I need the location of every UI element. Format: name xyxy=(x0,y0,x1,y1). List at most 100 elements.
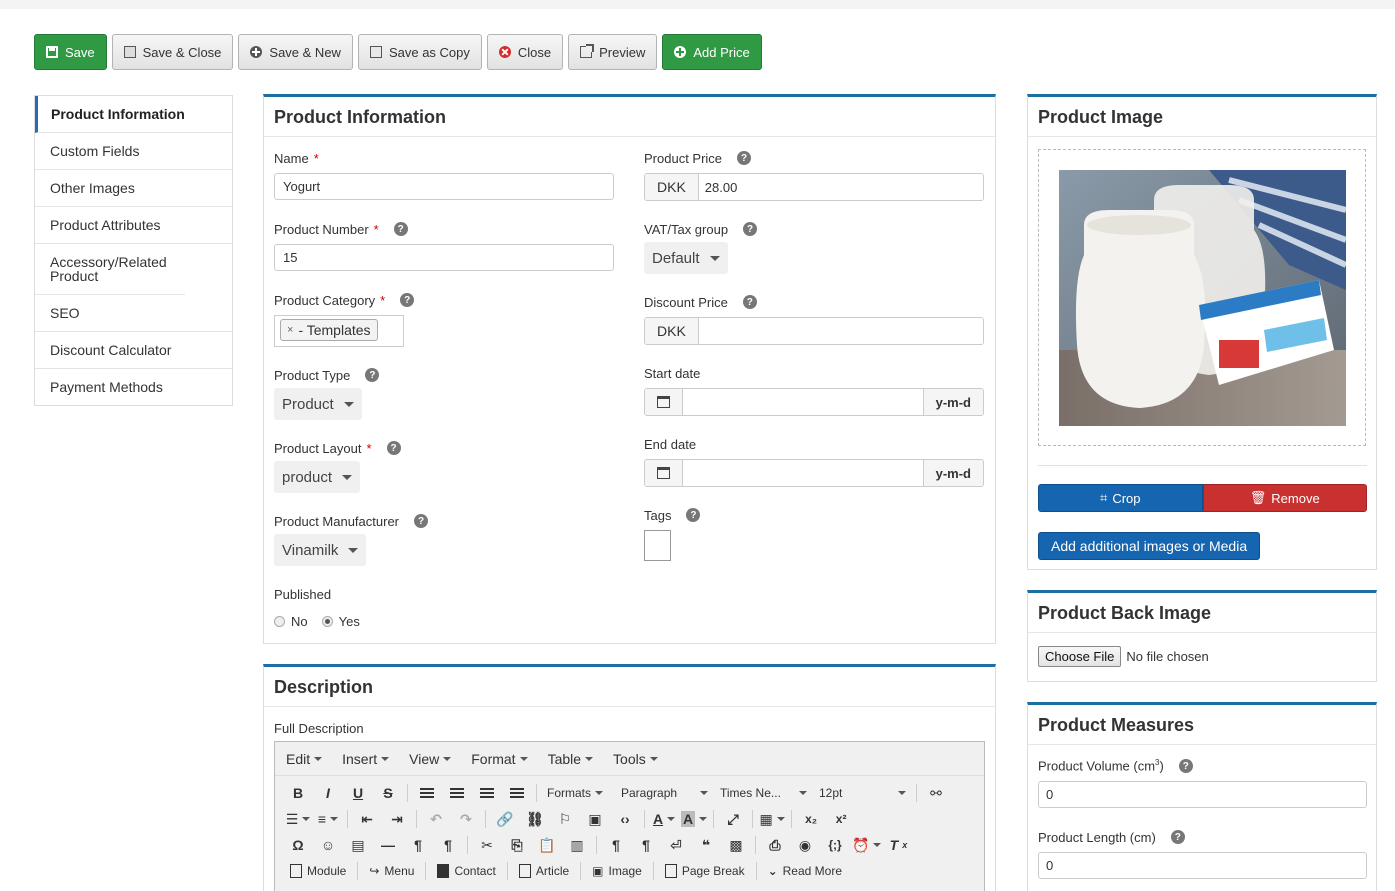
add-media-button[interactable]: Add additional images or Media xyxy=(1038,532,1261,560)
save-new-button[interactable]: Save & New xyxy=(238,34,353,70)
help-icon[interactable]: ? xyxy=(742,295,757,309)
preview-icon[interactable]: ◉ xyxy=(792,834,818,856)
help-icon[interactable]: ? xyxy=(686,508,701,522)
horizontal-rule-icon[interactable]: — xyxy=(375,834,401,856)
numbered-list-icon[interactable]: ≡ xyxy=(315,808,341,830)
align-justify-icon[interactable] xyxy=(504,782,530,804)
discount-price-input[interactable] xyxy=(698,318,983,344)
nav-seo[interactable]: SEO xyxy=(35,295,232,332)
published-no-radio[interactable]: No xyxy=(274,614,308,629)
outdent-icon[interactable]: ⇤ xyxy=(354,808,380,830)
nav-custom-fields[interactable]: Custom Fields xyxy=(35,133,232,170)
help-icon[interactable]: ? xyxy=(365,368,380,382)
add-price-button[interactable]: Add Price xyxy=(662,34,762,70)
align-right-icon[interactable] xyxy=(474,782,500,804)
nav-accessory-related[interactable]: Accessory/Related Product xyxy=(35,244,185,295)
underline-icon[interactable]: U xyxy=(345,782,371,804)
product-layout-select[interactable]: product xyxy=(274,461,361,493)
formats-dropdown[interactable]: Formats xyxy=(543,782,613,804)
text-color-icon[interactable]: A xyxy=(651,808,677,830)
background-color-icon[interactable]: A xyxy=(681,808,708,830)
print-icon[interactable]: ⎙ xyxy=(762,834,788,856)
indent-icon[interactable]: ⇥ xyxy=(384,808,410,830)
superscript-icon[interactable]: x² xyxy=(828,808,854,830)
insert-read-more-button[interactable]: ⌄ Read More xyxy=(763,864,847,878)
product-number-input[interactable] xyxy=(274,244,614,271)
calendar-button[interactable] xyxy=(645,389,683,415)
nav-discount-calculator[interactable]: Discount Calculator xyxy=(35,332,232,369)
menu-table[interactable]: Table xyxy=(548,751,594,767)
calendar-button[interactable] xyxy=(645,460,683,486)
save-close-button[interactable]: Save & Close xyxy=(111,34,234,70)
nav-product-attributes[interactable]: Product Attributes xyxy=(35,207,232,244)
product-manufacturer-select[interactable]: Vinamilk xyxy=(274,534,367,566)
menu-view[interactable]: View xyxy=(409,751,452,767)
price-input[interactable] xyxy=(698,174,983,200)
font-family-dropdown[interactable]: Times Ne... xyxy=(716,782,811,804)
image-dropzone[interactable] xyxy=(1038,149,1366,446)
insert-menu-button[interactable]: ↪ Menu xyxy=(364,864,419,878)
rtl-icon[interactable]: ¶ xyxy=(435,834,461,856)
start-date-input[interactable] xyxy=(683,389,923,415)
image-icon[interactable]: ▣ xyxy=(582,808,608,830)
crop-button[interactable]: ⌗ Crop xyxy=(1038,484,1203,512)
code-icon[interactable]: ‹› xyxy=(612,808,638,830)
cut-icon[interactable]: ✂ xyxy=(474,834,500,856)
choose-file-button[interactable]: Choose File xyxy=(1038,646,1122,667)
emoticons-icon[interactable]: ☺ xyxy=(315,834,341,856)
table-icon[interactable]: ▦ xyxy=(759,808,785,830)
end-date-input[interactable] xyxy=(683,460,923,486)
close-button[interactable]: Close xyxy=(486,34,564,70)
subscript-icon[interactable]: x₂ xyxy=(798,808,824,830)
preview-button[interactable]: Preview xyxy=(568,34,658,70)
insert-article-button[interactable]: Article xyxy=(514,864,574,878)
menu-edit[interactable]: Edit xyxy=(286,751,323,767)
paste-text-icon[interactable]: ▥ xyxy=(564,834,590,856)
remove-chip-icon[interactable]: × xyxy=(287,324,293,336)
menu-insert[interactable]: Insert xyxy=(342,751,390,767)
insert-page-break-button[interactable]: Page Break xyxy=(660,864,750,878)
help-icon[interactable]: ? xyxy=(393,222,408,236)
fullscreen-icon[interactable]: ⤢ xyxy=(720,808,746,830)
bullet-list-icon[interactable]: ☰ xyxy=(285,808,311,830)
bold-icon[interactable]: B xyxy=(285,782,311,804)
ltr-icon[interactable]: ¶ xyxy=(405,834,431,856)
clear-formatting-icon[interactable]: Tx xyxy=(885,834,911,856)
template-icon[interactable]: ▩ xyxy=(723,834,749,856)
italic-icon[interactable]: I xyxy=(315,782,341,804)
code-sample-icon[interactable]: {;} xyxy=(822,834,848,856)
undo-icon[interactable]: ↶ xyxy=(423,808,449,830)
insert-datetime-icon[interactable]: ⏰ xyxy=(852,834,882,856)
product-type-select[interactable]: Product xyxy=(274,388,362,420)
category-select[interactable]: × - Templates xyxy=(274,315,404,347)
media-icon[interactable]: ▤ xyxy=(345,834,371,856)
remove-button[interactable]: 🗑 Remove xyxy=(1202,484,1367,512)
redo-icon[interactable]: ↷ xyxy=(453,808,479,830)
nonbreaking-icon[interactable]: ⏎ xyxy=(663,834,689,856)
help-icon[interactable]: ? xyxy=(743,222,758,236)
strikethrough-icon[interactable]: S xyxy=(375,782,401,804)
paste-icon[interactable]: 📋 xyxy=(534,834,560,856)
help-icon[interactable]: ? xyxy=(414,514,429,528)
visual-chars-icon[interactable]: ¶ xyxy=(633,834,659,856)
find-replace-icon[interactable]: ⚯ xyxy=(923,782,949,804)
special-char-icon[interactable]: Ω xyxy=(285,834,311,856)
blockquote-icon[interactable]: ❝ xyxy=(693,834,719,856)
help-icon[interactable]: ? xyxy=(1178,759,1193,773)
show-blocks-icon[interactable]: ¶ xyxy=(603,834,629,856)
align-left-icon[interactable] xyxy=(414,782,440,804)
save-copy-button[interactable]: Save as Copy xyxy=(357,34,482,70)
paragraph-dropdown[interactable]: Paragraph xyxy=(617,782,712,804)
insert-image-button[interactable]: ▣ Image xyxy=(587,864,647,878)
help-icon[interactable]: ? xyxy=(1170,830,1185,844)
align-center-icon[interactable] xyxy=(444,782,470,804)
product-length-input[interactable] xyxy=(1038,852,1367,879)
help-icon[interactable]: ? xyxy=(737,151,752,165)
nav-payment-methods[interactable]: Payment Methods xyxy=(35,369,232,405)
help-icon[interactable]: ? xyxy=(400,293,415,307)
insert-module-button[interactable]: Module xyxy=(285,864,351,878)
help-icon[interactable]: ? xyxy=(386,441,401,455)
nav-other-images[interactable]: Other Images xyxy=(35,170,232,207)
nav-product-information[interactable]: Product Information xyxy=(35,96,232,133)
tags-input[interactable] xyxy=(644,530,671,561)
